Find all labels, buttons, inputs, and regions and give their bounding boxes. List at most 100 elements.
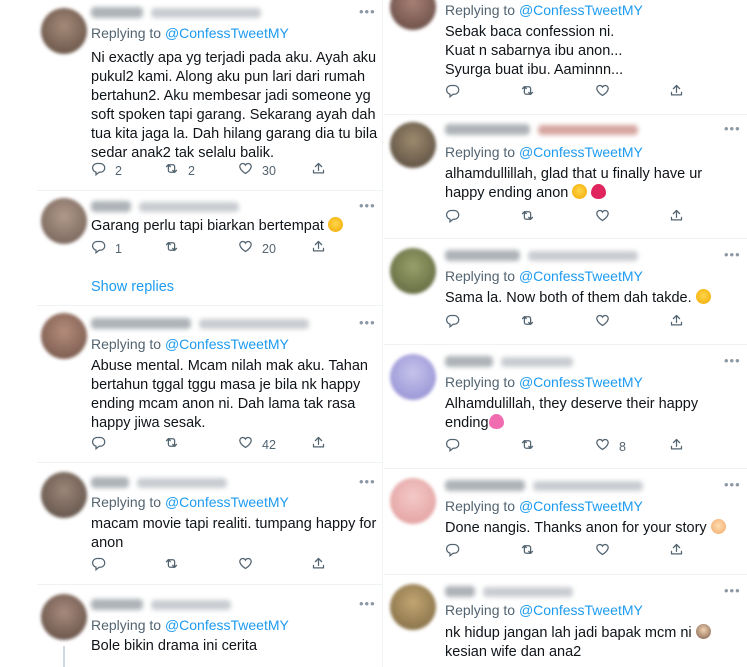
more-icon[interactable]: ••• [359, 597, 376, 610]
mention-link[interactable]: @ConfessTweetMY [519, 144, 643, 160]
like-button[interactable]: 20 [238, 240, 276, 258]
show-replies-link[interactable]: Show replies [91, 279, 174, 295]
reply-tweet[interactable]: Replying to @ConfessTweetMY Sebak baca c… [384, 0, 747, 115]
retweet-button[interactable] [520, 543, 544, 561]
avatar[interactable] [41, 472, 87, 518]
reply-tweet[interactable]: ••• Replying to @ConfessTweetMY macam mo… [37, 462, 382, 585]
retweet-button[interactable] [164, 436, 188, 454]
reply-icon [91, 556, 106, 576]
like-button[interactable] [595, 543, 619, 561]
author-name[interactable] [445, 247, 638, 263]
share-button[interactable] [311, 557, 326, 575]
tweet-text: Ni exactly apa yg terjadi pada aku. Ayah… [91, 50, 378, 161]
reply-tweet[interactable]: ••• Replying to @ConfessTweetMY Alhamdul… [384, 344, 747, 469]
reply-button[interactable]: 1 [91, 240, 122, 258]
reply-tweet[interactable]: ••• Replying to @ConfessTweetMY Ni exact… [37, 0, 382, 191]
avatar[interactable] [390, 122, 436, 168]
reply-tweet[interactable]: ••• Replying to @ConfessTweetMY Bole bik… [37, 584, 382, 667]
author-name[interactable] [91, 596, 231, 612]
tweet-actions [445, 543, 685, 561]
reply-button[interactable] [445, 209, 469, 227]
avatar[interactable] [390, 478, 436, 524]
share-button[interactable] [669, 543, 684, 561]
retweet-button[interactable] [520, 209, 544, 227]
mention-link[interactable]: @ConfessTweetMY [165, 25, 289, 41]
mention-link[interactable]: @ConfessTweetMY [519, 374, 643, 390]
like-icon [595, 437, 610, 457]
more-icon[interactable]: ••• [359, 5, 376, 18]
tweet-text: Sama la. Now both of them dah takde. [445, 289, 711, 308]
reply-button[interactable] [445, 314, 469, 332]
avatar[interactable] [390, 354, 436, 400]
reply-button[interactable] [91, 436, 115, 454]
retweet-button[interactable] [520, 314, 544, 332]
like-button[interactable]: 8 [595, 438, 626, 456]
share-button[interactable] [669, 314, 684, 332]
more-icon[interactable]: ••• [359, 475, 376, 488]
share-button[interactable] [669, 84, 684, 102]
retweet-button[interactable] [520, 438, 544, 456]
like-button[interactable] [238, 557, 262, 575]
reply-button[interactable] [445, 543, 469, 561]
more-icon[interactable]: ••• [724, 122, 741, 135]
avatar[interactable] [41, 198, 87, 244]
mention-link[interactable]: @ConfessTweetMY [165, 494, 289, 510]
more-icon[interactable]: ••• [724, 248, 741, 261]
reply-icon [445, 542, 460, 562]
like-button[interactable] [595, 209, 619, 227]
mention-link[interactable]: @ConfessTweetMY [519, 2, 643, 18]
share-button[interactable] [311, 162, 326, 180]
author-name[interactable] [91, 198, 239, 214]
author-name[interactable] [445, 121, 638, 137]
like-button[interactable]: 42 [238, 436, 276, 454]
mention-link[interactable]: @ConfessTweetMY [519, 602, 643, 618]
author-name[interactable] [91, 474, 227, 490]
author-name[interactable] [91, 4, 261, 20]
more-icon[interactable]: ••• [724, 478, 741, 491]
like-button[interactable]: 30 [238, 162, 276, 180]
like-button[interactable] [595, 314, 619, 332]
avatar[interactable] [390, 584, 436, 630]
avatar[interactable] [41, 313, 87, 359]
share-button[interactable] [311, 436, 326, 454]
retweet-button[interactable] [164, 240, 188, 258]
retweet-icon [520, 437, 535, 457]
reply-tweet[interactable]: ••• Replying to @ConfessTweetMY alhamdul… [384, 114, 747, 239]
more-icon[interactable]: ••• [724, 584, 741, 597]
mention-link[interactable]: @ConfessTweetMY [519, 498, 643, 514]
retweet-button[interactable] [520, 84, 544, 102]
avatar[interactable] [390, 248, 436, 294]
share-button[interactable] [669, 438, 684, 456]
avatar[interactable] [41, 594, 87, 640]
author-name[interactable] [445, 353, 573, 369]
reply-tweet[interactable]: ••• Garang perlu tapi biarkan bertempat … [37, 190, 382, 306]
tweet-text: macam movie tapi realiti. tumpang happy … [91, 516, 377, 551]
avatar[interactable] [41, 8, 87, 54]
mention-link[interactable]: @ConfessTweetMY [165, 336, 289, 352]
more-icon[interactable]: ••• [359, 316, 376, 329]
retweet-button[interactable]: 2 [164, 162, 195, 180]
retweet-button[interactable] [164, 557, 188, 575]
like-button[interactable] [595, 84, 619, 102]
reply-button[interactable] [91, 557, 115, 575]
author-name[interactable] [445, 583, 573, 599]
reply-tweet[interactable]: ••• Replying to @ConfessTweetMY Abuse me… [37, 305, 382, 463]
author-name[interactable] [445, 477, 643, 493]
two-hearts-emoji [488, 414, 504, 429]
reply-button[interactable] [445, 438, 469, 456]
avatar[interactable] [390, 0, 436, 30]
heart-hands-emoji [710, 519, 726, 534]
retweet-icon [520, 83, 535, 103]
mention-link[interactable]: @ConfessTweetMY [165, 617, 289, 633]
more-icon[interactable]: ••• [724, 354, 741, 367]
author-name[interactable] [91, 315, 309, 331]
reply-button[interactable]: 2 [91, 162, 122, 180]
mention-link[interactable]: @ConfessTweetMY [519, 268, 643, 284]
reply-tweet[interactable]: ••• Replying to @ConfessTweetMY Done nan… [384, 468, 747, 575]
reply-tweet[interactable]: ••• Replying to @ConfessTweetMY Sama la.… [384, 238, 747, 345]
share-button[interactable] [669, 209, 684, 227]
reply-button[interactable] [445, 84, 469, 102]
share-button[interactable] [311, 240, 326, 258]
more-icon[interactable]: ••• [359, 199, 376, 212]
reply-tweet[interactable]: ••• Replying to @ConfessTweetMY nk hidup… [384, 574, 747, 667]
